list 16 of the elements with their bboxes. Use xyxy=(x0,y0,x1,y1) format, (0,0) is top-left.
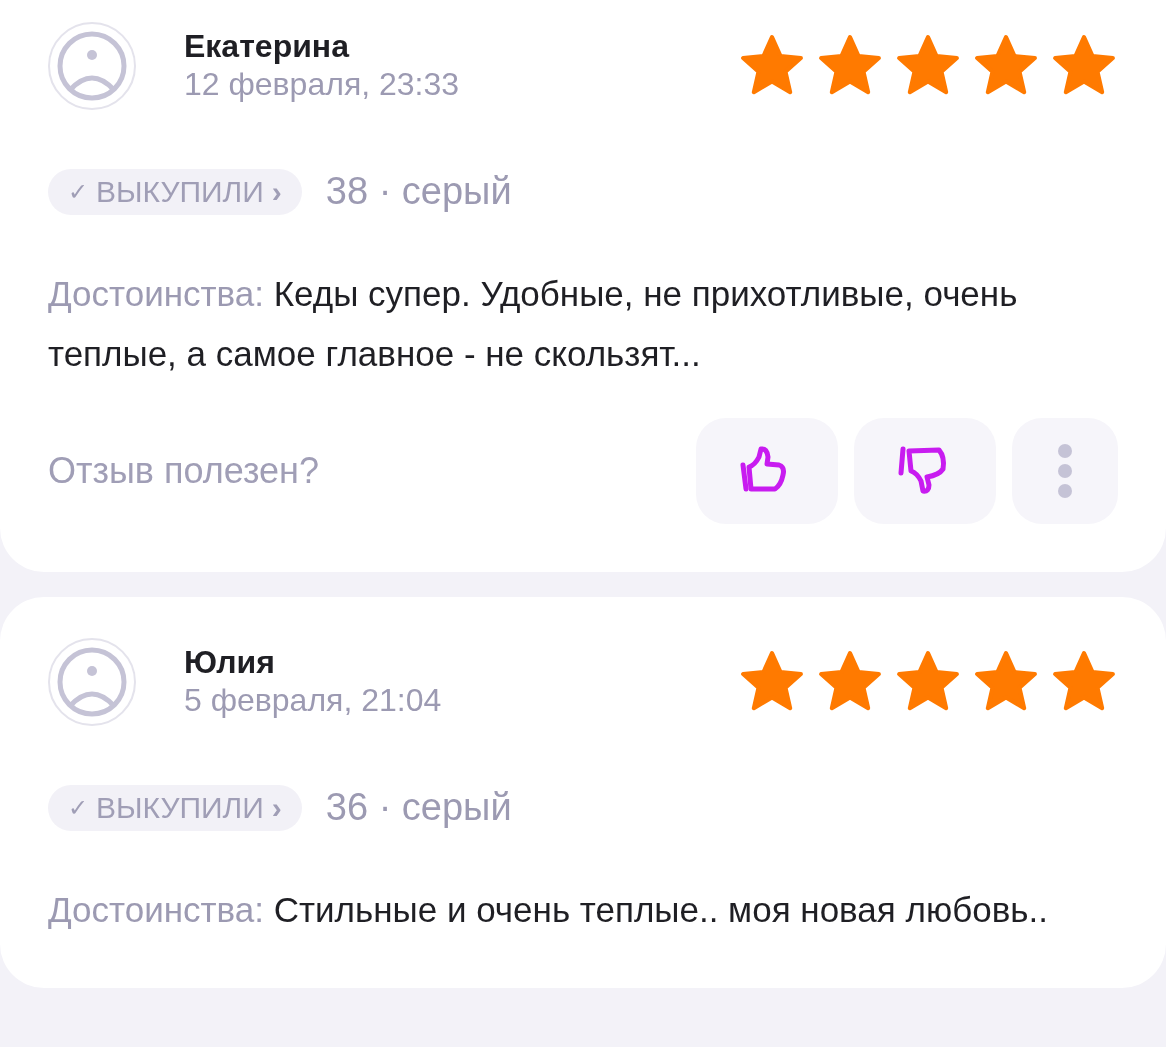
review-date: 5 февраля, 21:04 xyxy=(184,681,442,720)
author-name: Юлия xyxy=(184,644,276,682)
like-button[interactable] xyxy=(696,418,838,524)
review-text: Достоинства: Кеды супер. Удобные, не прихотливые, очень теплые, а самое главное - не скользят... xyxy=(48,273,1019,375)
avatar-icon xyxy=(48,638,136,726)
size-color-text: 38 · серый xyxy=(325,169,512,214)
author-name: Екатерина xyxy=(184,28,351,66)
avatar-icon xyxy=(48,22,136,110)
dislike-button[interactable] xyxy=(854,418,996,524)
size-color-text: 36 · серый xyxy=(325,785,512,830)
review-date: 12 февраля, 23:33 xyxy=(184,65,460,104)
review-text: Достоинства: Стильные и очень теплые.. моя новая любовь.. xyxy=(48,889,1049,931)
more-icon xyxy=(1057,443,1073,499)
purchased-badge[interactable]: ✓ ВЫКУПИЛИ › xyxy=(48,168,302,215)
purchased-badge[interactable]: ✓ ВЫКУПИЛИ › xyxy=(48,784,302,831)
helpful-question: Отзыв полезен? xyxy=(48,449,319,493)
